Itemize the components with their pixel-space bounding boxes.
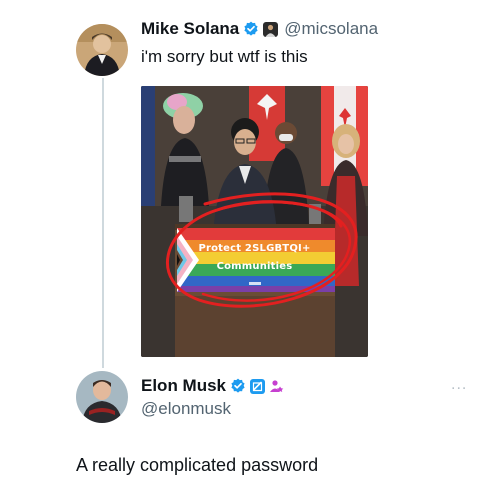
mike-solana-avatar[interactable]	[76, 24, 128, 76]
more-options-icon[interactable]: ...	[451, 376, 467, 394]
tweet1-media-image[interactable]: Protect 2SLGBTQI+ Communities	[141, 86, 368, 357]
tweet2-display-name[interactable]: Elon Musk	[141, 376, 226, 396]
sign-text-line1: Protect 2SLGBTQI+	[198, 243, 311, 254]
tweet1-handle[interactable]: @micsolana	[284, 19, 378, 39]
tweet2-handle[interactable]: @elonmusk	[141, 399, 231, 419]
profile-photo-icon	[76, 371, 128, 423]
tweet1-header: Mike Solana @micsolana	[141, 19, 378, 39]
elon-musk-avatar[interactable]	[76, 371, 128, 423]
press-conference-photo	[141, 86, 368, 357]
sign-text-line2: Communities	[216, 261, 293, 272]
tweet1-display-name[interactable]: Mike Solana	[141, 19, 239, 39]
verified-badge-icon[interactable]	[230, 378, 246, 394]
tweet1-text: i'm sorry but wtf is this	[141, 47, 308, 66]
thread-connector-line	[102, 78, 104, 368]
affiliate-badge-icon[interactable]	[263, 21, 279, 37]
tweet2-text: A really complicated password	[76, 455, 319, 475]
affiliate-people-icon[interactable]	[269, 379, 285, 394]
verified-badge-icon[interactable]	[243, 21, 259, 37]
profile-photo-icon	[76, 24, 128, 76]
tweet2-header: Elon Musk	[141, 376, 285, 396]
government-square-badge-icon[interactable]	[250, 378, 266, 394]
